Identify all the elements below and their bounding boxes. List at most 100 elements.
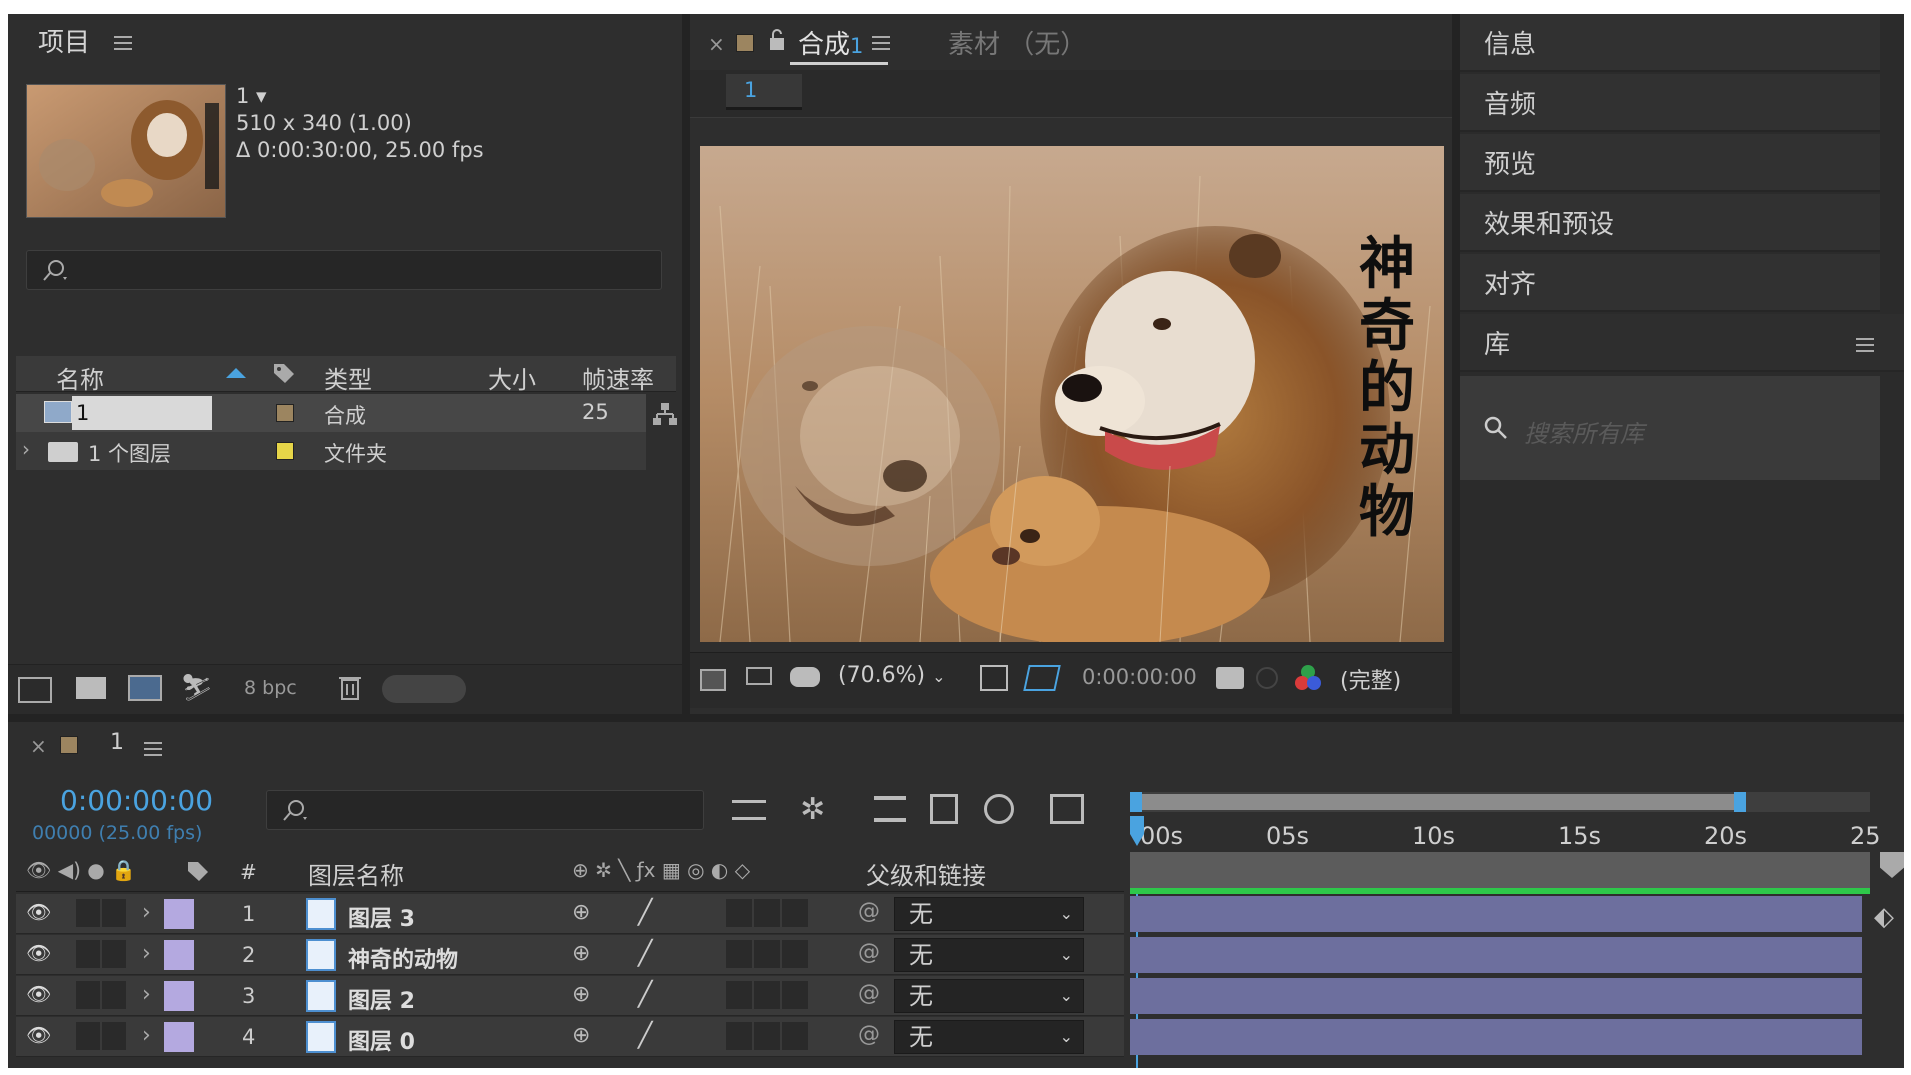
footage-tab[interactable]: 素材 （无） bbox=[948, 24, 1086, 61]
pick-whip-icon[interactable]: @ bbox=[858, 981, 880, 1006]
effect-switch[interactable] bbox=[726, 1022, 752, 1050]
work-area-range[interactable] bbox=[1130, 794, 1740, 810]
align-panel-tab[interactable]: 对齐 bbox=[1460, 254, 1880, 312]
comp-label-swatch[interactable] bbox=[736, 34, 754, 52]
monitor-icon[interactable] bbox=[746, 667, 772, 685]
timeline-label-swatch[interactable] bbox=[60, 736, 78, 754]
frame-blending-icon[interactable] bbox=[930, 794, 958, 824]
lock-switch[interactable] bbox=[102, 940, 126, 968]
work-area-end-handle[interactable] bbox=[1734, 792, 1746, 812]
eye-icon[interactable]: 👁 bbox=[26, 1023, 51, 1047]
lock-switch[interactable] bbox=[102, 899, 126, 927]
shy-switch-icon[interactable]: ⊕ bbox=[572, 900, 590, 925]
expand-chevron-icon[interactable]: › bbox=[22, 437, 30, 461]
work-area-start-handle[interactable] bbox=[1130, 792, 1142, 812]
composition-mini-flowchart-icon[interactable] bbox=[732, 800, 766, 820]
draft-3d-icon[interactable]: ✲ bbox=[800, 792, 825, 827]
layer-label-swatch[interactable] bbox=[164, 1022, 194, 1052]
quality-switch-icon[interactable]: ╱ bbox=[638, 898, 652, 926]
comp-end-marker-icon[interactable] bbox=[1880, 852, 1904, 878]
new-composition-icon[interactable] bbox=[128, 675, 162, 701]
project-item-row[interactable]: › 1 个图层 文件夹 bbox=[16, 432, 646, 470]
flowchart-icon[interactable] bbox=[652, 402, 678, 430]
solo-switch[interactable] bbox=[76, 899, 100, 927]
project-item-row[interactable]: 1 合成 25 bbox=[16, 394, 646, 432]
render-queue-icon[interactable]: ⛷ bbox=[180, 673, 213, 703]
bit-depth-button[interactable]: 8 bpc bbox=[244, 677, 297, 699]
quality-switch-icon[interactable]: ╱ bbox=[638, 939, 652, 967]
vr-goggles-icon[interactable] bbox=[790, 667, 820, 687]
work-area-bar[interactable] bbox=[1130, 792, 1870, 812]
layer-label-swatch[interactable] bbox=[164, 940, 194, 970]
parent-dropdown[interactable]: 无 ⌄ bbox=[894, 979, 1084, 1013]
lock-switch[interactable] bbox=[102, 981, 126, 1009]
safe-margins-icon[interactable] bbox=[980, 665, 1008, 691]
lock-switch[interactable] bbox=[102, 1022, 126, 1050]
blend-switch[interactable] bbox=[754, 940, 780, 968]
column-type[interactable]: 类型 bbox=[324, 360, 372, 395]
project-panel-title[interactable]: 项目 bbox=[38, 22, 90, 59]
quality-switch-icon[interactable]: ╱ bbox=[638, 980, 652, 1008]
marker-icon[interactable]: ⬖ bbox=[1874, 902, 1894, 932]
project-search-input[interactable] bbox=[26, 250, 662, 290]
layer-row[interactable]: 👁 › 1 图层 3 ⊕ ╱ @ 无 ⌄ bbox=[16, 894, 1124, 934]
timeline-menu-icon[interactable] bbox=[144, 742, 162, 756]
shy-layers-icon[interactable] bbox=[874, 796, 906, 822]
pick-whip-icon[interactable]: @ bbox=[858, 1022, 880, 1047]
always-preview-icon[interactable] bbox=[700, 669, 726, 691]
layer-name[interactable]: 图层 2 bbox=[348, 983, 415, 1015]
solo-switch[interactable] bbox=[76, 981, 100, 1009]
eye-icon[interactable]: 👁 bbox=[26, 900, 51, 924]
layer-duration-bar[interactable] bbox=[1130, 1019, 1862, 1055]
label-tag-icon[interactable] bbox=[272, 362, 296, 390]
libraries-search-input[interactable]: 搜索所有库 bbox=[1524, 414, 1644, 449]
layer-name[interactable]: 神奇的动物 bbox=[348, 942, 458, 974]
layer-duration-bar[interactable] bbox=[1130, 896, 1862, 932]
eye-icon[interactable]: 👁 bbox=[26, 941, 51, 965]
shy-switch-icon[interactable]: ⊕ bbox=[572, 982, 590, 1007]
zoom-dropdown[interactable]: (70.6%) ⌄ bbox=[838, 663, 945, 688]
3d-switch[interactable] bbox=[782, 899, 808, 927]
graph-editor-icon[interactable] bbox=[1050, 794, 1084, 824]
3d-switch[interactable] bbox=[782, 1022, 808, 1050]
lock-icon[interactable] bbox=[768, 28, 786, 56]
label-swatch[interactable] bbox=[276, 442, 294, 460]
close-timeline-icon[interactable]: × bbox=[30, 734, 47, 758]
show-snapshot-icon[interactable] bbox=[1256, 667, 1278, 689]
blend-switch[interactable] bbox=[754, 981, 780, 1009]
comp-name-label[interactable]: 1 ▾ bbox=[236, 84, 267, 108]
effects-presets-panel-tab[interactable]: 效果和预设 bbox=[1460, 194, 1880, 252]
expand-chevron-icon[interactable]: › bbox=[142, 941, 151, 966]
composition-viewer[interactable]: 神奇的动物 bbox=[700, 146, 1444, 642]
av-features-icons[interactable]: 👁 ◀) ● 🔒 bbox=[26, 858, 136, 882]
column-size[interactable]: 大小 bbox=[488, 360, 536, 395]
time-ruler[interactable]: 00s 05s 10s 15s 20s 25 bbox=[1130, 812, 1881, 852]
close-tab-icon[interactable]: × bbox=[708, 32, 725, 56]
libraries-menu-icon[interactable] bbox=[1856, 338, 1874, 352]
3d-switch[interactable] bbox=[782, 940, 808, 968]
quality-switch-icon[interactable]: ╱ bbox=[638, 1021, 652, 1049]
effect-switch[interactable] bbox=[726, 981, 752, 1009]
effect-switch[interactable] bbox=[726, 899, 752, 927]
switches-icons[interactable]: ⊕ ✲ ╲ ƒx ▦ ◎ ◐ ◇ bbox=[572, 858, 750, 882]
pick-whip-icon[interactable]: @ bbox=[858, 940, 880, 965]
parent-dropdown[interactable]: 无 ⌄ bbox=[894, 938, 1084, 972]
layer-duration-bar[interactable] bbox=[1130, 978, 1862, 1014]
timeline-tab[interactable]: 1 bbox=[110, 730, 124, 755]
label-tag-icon[interactable] bbox=[186, 860, 210, 888]
timeline-search-input[interactable] bbox=[266, 790, 704, 830]
effect-switch[interactable] bbox=[726, 940, 752, 968]
expand-chevron-icon[interactable]: › bbox=[142, 1023, 151, 1048]
sort-asc-icon[interactable] bbox=[226, 368, 246, 378]
column-parent-link[interactable]: 父级和链接 bbox=[866, 856, 986, 891]
layer-duration-bar[interactable] bbox=[1130, 937, 1862, 973]
project-menu-icon[interactable] bbox=[114, 36, 132, 50]
color-channels-icon[interactable] bbox=[1294, 663, 1322, 697]
expand-chevron-icon[interactable]: › bbox=[142, 900, 151, 925]
pick-whip-icon[interactable]: @ bbox=[858, 899, 880, 924]
comp-menu-icon[interactable] bbox=[872, 36, 890, 50]
layer-row[interactable]: 👁 › 4 图层 0 ⊕ ╱ @ 无 ⌄ bbox=[16, 1017, 1124, 1057]
interpret-footage-icon[interactable] bbox=[18, 677, 52, 703]
libraries-panel-header[interactable]: 库 bbox=[1460, 314, 1904, 372]
new-folder-icon[interactable] bbox=[76, 677, 106, 699]
